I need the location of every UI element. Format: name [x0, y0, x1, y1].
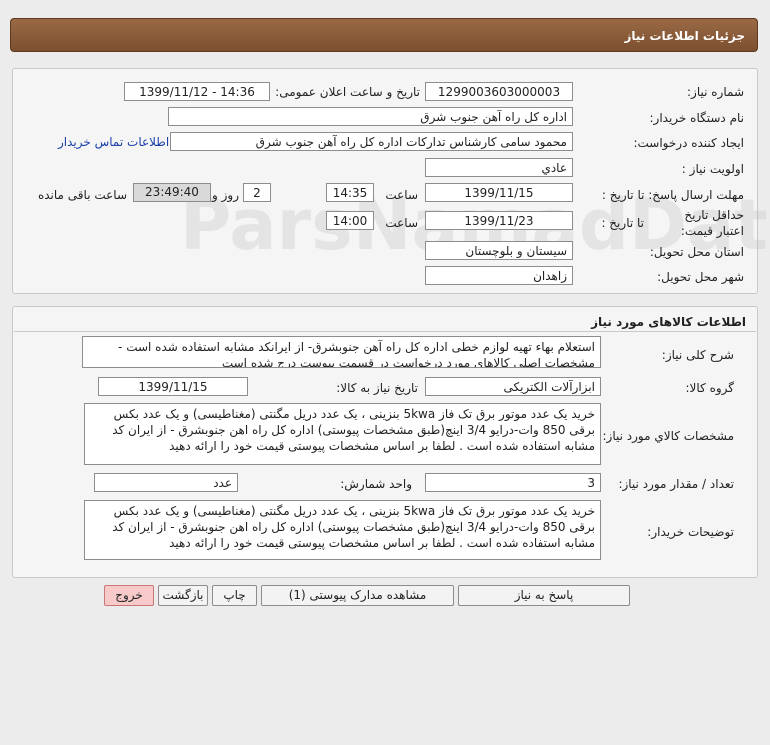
remaining-time-field: 23:49:40	[133, 183, 211, 202]
goods-spec-field: خرید یک عدد موتور برق تک فاز 5kwa بنزینی…	[84, 403, 601, 465]
validity-time-label: ساعت	[385, 216, 418, 230]
unit-field: عدد	[94, 473, 238, 492]
goods-section-title: اطلاعات کالاهای مورد نیاز	[591, 315, 746, 329]
buyer-notes-label: توضیحات خریدار:	[647, 525, 734, 539]
creator-label: ایجاد کننده درخواست:	[633, 136, 744, 150]
goods-group-label: گروه کالا:	[685, 381, 735, 395]
city-field: زاهدان	[425, 266, 573, 285]
announce-label: تاریخ و ساعت اعلان عمومی:	[275, 85, 420, 99]
city-label: شهر محل تحویل:	[657, 270, 744, 284]
page-title-bar: جزئیات اطلاعات نیاز	[10, 18, 758, 52]
back-button[interactable]: بازگشت	[158, 585, 208, 606]
need-number-field: 1299003603000003	[425, 82, 573, 101]
validity-date-field: 1399/11/23	[425, 211, 573, 230]
deadline-time-label: ساعت	[385, 188, 418, 202]
need-info-panel	[12, 68, 758, 294]
buyer-label: نام دستگاه خریدار:	[649, 111, 745, 125]
quantity-label: تعداد / مقدار مورد نیاز:	[618, 477, 734, 491]
unit-label: واحد شمارش:	[340, 477, 412, 491]
page-title: جزئیات اطلاعات نیاز	[624, 29, 745, 43]
validity-label: حداقل تاریخ اعتبار قیمت:	[680, 208, 744, 238]
validity-time-field: 14:00	[326, 211, 374, 230]
announce-field: 1399/11/12 - 14:36	[124, 82, 270, 101]
exit-button[interactable]: خروج	[104, 585, 154, 606]
description-field: استعلام بهاء تهیه لوازم خطی اداره کل راه…	[82, 336, 601, 368]
province-label: استان محل تحویل:	[649, 245, 744, 259]
description-label: شرح کلی نیاز:	[661, 348, 734, 362]
creator-field: محمود سامی کارشناس تدارکات اداره کل راه …	[170, 132, 573, 151]
buyer-contact-link[interactable]: اطلاعات تماس خریدار	[58, 135, 169, 149]
buyer-notes-field: خرید یک عدد موتور برق تک فاز 5kwa بنزینی…	[84, 500, 601, 560]
remaining-time-label: ساعت باقی مانده	[37, 188, 127, 202]
need-date-field: 1399/11/15	[98, 377, 248, 396]
need-date-label: تاریخ نیاز به کالا:	[336, 381, 418, 395]
divider	[14, 331, 756, 332]
reply-button[interactable]: پاسخ به نیاز	[458, 585, 630, 606]
validity-prefix-label: تا تاریخ :	[601, 216, 644, 230]
remaining-days-field: 2	[243, 183, 271, 202]
buyer-field: اداره کل راه آهن جنوب شرق	[168, 107, 573, 126]
view-attachments-button[interactable]: مشاهده مدارک پیوستی (1)	[261, 585, 454, 606]
goods-spec-label: مشخصات کالاي مورد نياز:	[602, 429, 734, 443]
need-number-label: شماره نیاز:	[687, 85, 744, 99]
remaining-days-label: روز و	[212, 188, 239, 202]
deadline-time-field: 14:35	[326, 183, 374, 202]
quantity-field: 3	[425, 473, 601, 492]
goods-group-field: ابزارآلات الکتریکی	[425, 377, 601, 396]
priority-label: اولویت نیاز :	[681, 162, 744, 176]
print-button[interactable]: چاپ	[212, 585, 257, 606]
deadline-date-field: 1399/11/15	[425, 183, 573, 202]
deadline-label: مهلت ارسال پاسخ: تا تاریخ :	[601, 188, 744, 202]
province-field: سیستان و بلوچستان	[425, 241, 573, 260]
priority-field: عادي	[425, 158, 573, 177]
